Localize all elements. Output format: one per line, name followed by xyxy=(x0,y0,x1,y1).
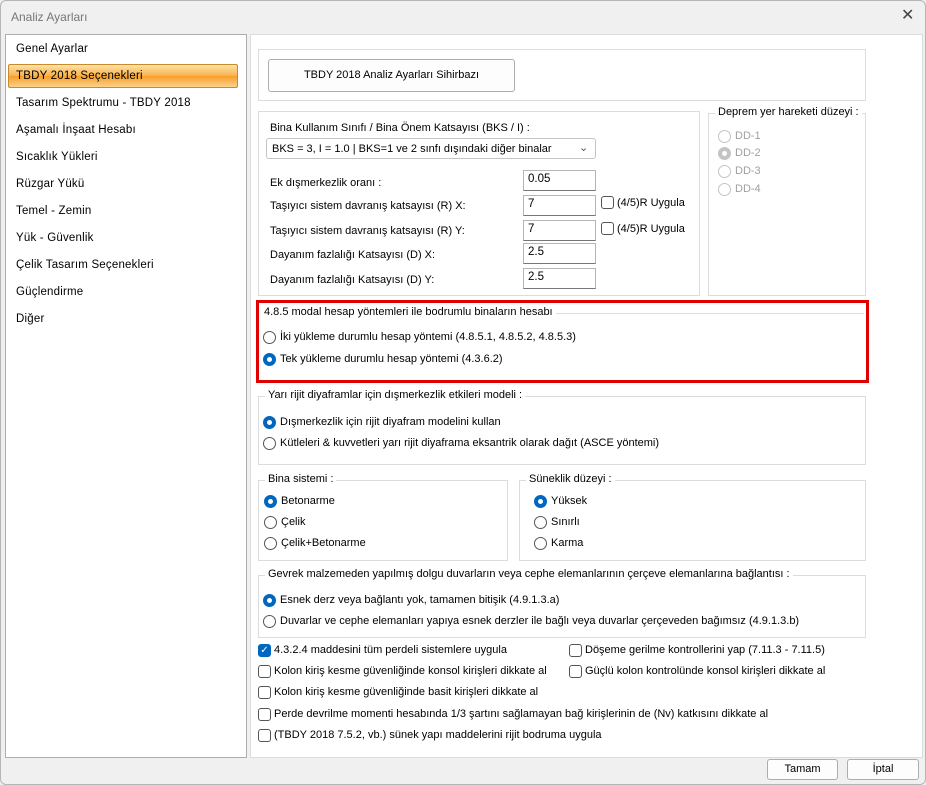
r-x-input[interactable]: 7 xyxy=(523,195,596,216)
sinirli-label: Sınırlı xyxy=(551,516,580,528)
celik-radio[interactable] xyxy=(264,516,277,529)
ek-dismerkezlik-input[interactable]: 0.05 xyxy=(523,170,596,191)
sinirli-radio[interactable] xyxy=(534,516,547,529)
doseme-checkbox[interactable] xyxy=(569,644,582,657)
perdeli-label: 4.3.2.4 maddesini tüm perdeli sistemlere… xyxy=(274,644,507,656)
r-x-checkbox-label: (4/5)R Uygula xyxy=(617,197,685,209)
celik-betonarme-label: Çelik+Betonarme xyxy=(281,537,366,549)
karma-label: Karma xyxy=(551,537,584,549)
dd4-radio[interactable] xyxy=(718,183,731,196)
bks-label: Bina Kullanım Sınıfı / Bina Önem Katsayı… xyxy=(270,122,530,134)
asce-label: Kütleleri & kuvvetleri yarı rijit diyafr… xyxy=(280,437,660,449)
sidebar-list: Genel Ayarlar TBDY 2018 Seçenekleri Tasa… xyxy=(5,34,247,758)
guclu-kolon-checkbox[interactable] xyxy=(569,665,582,678)
modal-label: 4.8.5 modal hesap yöntemleri ile bodruml… xyxy=(261,306,556,318)
sidebar-item-celik[interactable]: Çelik Tasarım Seçenekleri xyxy=(16,259,154,271)
bina-label: Bina sistemi : xyxy=(265,473,337,485)
d-x-input[interactable]: 2.5 xyxy=(523,243,596,264)
dd3-radio[interactable] xyxy=(718,165,731,178)
sidebar-item-genel[interactable]: Genel Ayarlar xyxy=(16,43,88,55)
doseme-label: Döşeme gerilme kontrollerini yap (7.11.3… xyxy=(585,644,825,656)
rijit-bodrum-label: (TBDY 2018 7.5.2, vb.) sünek yapı maddel… xyxy=(274,729,602,741)
gevrek-label: Gevrek malzemeden yapılmış dolgu duvarla… xyxy=(265,568,793,580)
bks-select-value: BKS = 3, I = 1.0 | BKS=1 ve 2 sınfı dışı… xyxy=(272,143,552,155)
sidebar-item-tbdy[interactable]: TBDY 2018 Seçenekleri xyxy=(16,70,143,82)
tek-yukleme-radio[interactable] xyxy=(263,353,276,366)
rijit-diyafram-label: Dışmerkezlik için rijit diyafram modelin… xyxy=(280,416,501,428)
bks-select[interactable]: BKS = 3, I = 1.0 | BKS=1 ve 2 sınfı dışı… xyxy=(266,138,596,159)
sidebar-item-diger[interactable]: Diğer xyxy=(16,313,44,325)
yuksek-radio[interactable] xyxy=(534,495,547,508)
iki-yukleme-label: İki yükleme durumlu hesap yöntemi (4.8.5… xyxy=(280,331,576,343)
window-title: Analiz Ayarları xyxy=(11,10,88,24)
suneklik-label: Süneklik düzeyi : xyxy=(526,473,615,485)
duvar-bagimsiz-radio[interactable] xyxy=(263,615,276,628)
r-y-checkbox[interactable] xyxy=(601,222,614,235)
field-label: Dayanım fazlalığı Katsayısı (D) Y: xyxy=(270,274,435,286)
perde-devrilme-checkbox[interactable] xyxy=(258,708,271,721)
sidebar-item-sicaklik[interactable]: Sıcaklık Yükleri xyxy=(16,151,98,163)
cancel-button[interactable]: İptal xyxy=(847,759,919,780)
konsol-kesme-label: Kolon kiriş kesme güvenliğinde konsol ki… xyxy=(274,665,547,677)
guclu-kolon-label: Güçlü kolon kontrolünde konsol kirişleri… xyxy=(585,665,826,677)
chevron-down-icon: ⌄ xyxy=(579,142,589,154)
basit-kiris-label: Kolon kiriş kesme güvenliğinde basit kir… xyxy=(274,686,539,698)
esnek-derz-radio[interactable] xyxy=(263,594,276,607)
celik-betonarme-radio[interactable] xyxy=(264,537,277,550)
field-label: Taşıyıcı sistem davranış katsayısı (R) X… xyxy=(270,200,466,212)
sidebar-item-temel[interactable]: Temel - Zemin xyxy=(16,205,91,217)
r-y-input[interactable]: 7 xyxy=(523,220,596,241)
perde-devrilme-label: Perde devrilme momenti hesabında 1/3 şar… xyxy=(274,708,769,720)
deprem-label: Deprem yer hareketi düzeyi : xyxy=(715,106,862,118)
diyafram-label: Yarı rijit diyaframlar için dışmerkezlik… xyxy=(265,389,526,401)
sidebar-item-guclendirme[interactable]: Güçlendirme xyxy=(16,286,83,298)
dialog-window: Analiz Ayarları ✕ Genel Ayarlar TBDY 201… xyxy=(0,0,926,785)
dd2-radio[interactable] xyxy=(718,147,731,160)
dd1-label: DD-1 xyxy=(735,130,761,142)
r-x-checkbox[interactable] xyxy=(601,196,614,209)
esnek-derz-label: Esnek derz veya bağlantı yok, tamamen bi… xyxy=(280,594,560,606)
field-label: Ek dışmerkezlik oranı : xyxy=(270,177,382,189)
dd3-label: DD-3 xyxy=(735,165,761,177)
tek-yukleme-label: Tek yükleme durumlu hesap yöntemi (4.3.6… xyxy=(280,353,503,365)
wizard-button[interactable]: TBDY 2018 Analiz Ayarları Sihirbazı xyxy=(268,59,515,92)
field-label: Dayanım fazlalığı Katsayısı (D) X: xyxy=(270,249,436,261)
perdeli-checkbox[interactable]: ✓ xyxy=(258,644,271,657)
rijit-bodrum-checkbox[interactable] xyxy=(258,729,271,742)
asce-radio[interactable] xyxy=(263,437,276,450)
iki-yukleme-radio[interactable] xyxy=(263,331,276,344)
gevrek-group: Gevrek malzemeden yapılmış dolgu duvarla… xyxy=(258,568,866,638)
dd1-radio[interactable] xyxy=(718,130,731,143)
yuksek-label: Yüksek xyxy=(551,495,588,507)
karma-radio[interactable] xyxy=(534,537,547,550)
sidebar-item-asamali[interactable]: Aşamalı İnşaat Hesabı xyxy=(16,124,136,136)
diyafram-group: Yarı rijit diyaframlar için dışmerkezlik… xyxy=(258,389,866,465)
rijit-diyafram-radio[interactable] xyxy=(263,416,276,429)
celik-label: Çelik xyxy=(281,516,306,528)
settings-panel: TBDY 2018 Analiz Ayarları Sihirbazı Bina… xyxy=(250,34,923,758)
sidebar-item-yuk[interactable]: Yük - Güvenlik xyxy=(16,232,94,244)
deprem-group: Deprem yer hareketi düzeyi : xyxy=(708,106,866,296)
close-icon[interactable]: ✕ xyxy=(901,5,914,25)
ok-button[interactable]: Tamam xyxy=(767,759,838,780)
dd2-label: DD-2 xyxy=(735,147,761,159)
konsol-kesme-checkbox[interactable] xyxy=(258,665,271,678)
betonarme-label: Betonarme xyxy=(281,495,335,507)
dd4-label: DD-4 xyxy=(735,183,761,195)
basit-kiris-checkbox[interactable] xyxy=(258,686,271,699)
r-y-checkbox-label: (4/5)R Uygula xyxy=(617,223,685,235)
modal-group: 4.8.5 modal hesap yöntemleri ile bodruml… xyxy=(261,306,864,376)
sidebar-item-ruzgar[interactable]: Rüzgar Yükü xyxy=(16,178,84,190)
duvar-bagimsiz-label: Duvarlar ve cephe elemanları yapıya esne… xyxy=(280,615,800,627)
sidebar-item-spektrum[interactable]: Tasarım Spektrumu - TBDY 2018 xyxy=(16,97,191,109)
field-label: Taşıyıcı sistem davranış katsayısı (R) Y… xyxy=(270,225,465,237)
d-y-input[interactable]: 2.5 xyxy=(523,268,596,289)
betonarme-radio[interactable] xyxy=(264,495,277,508)
